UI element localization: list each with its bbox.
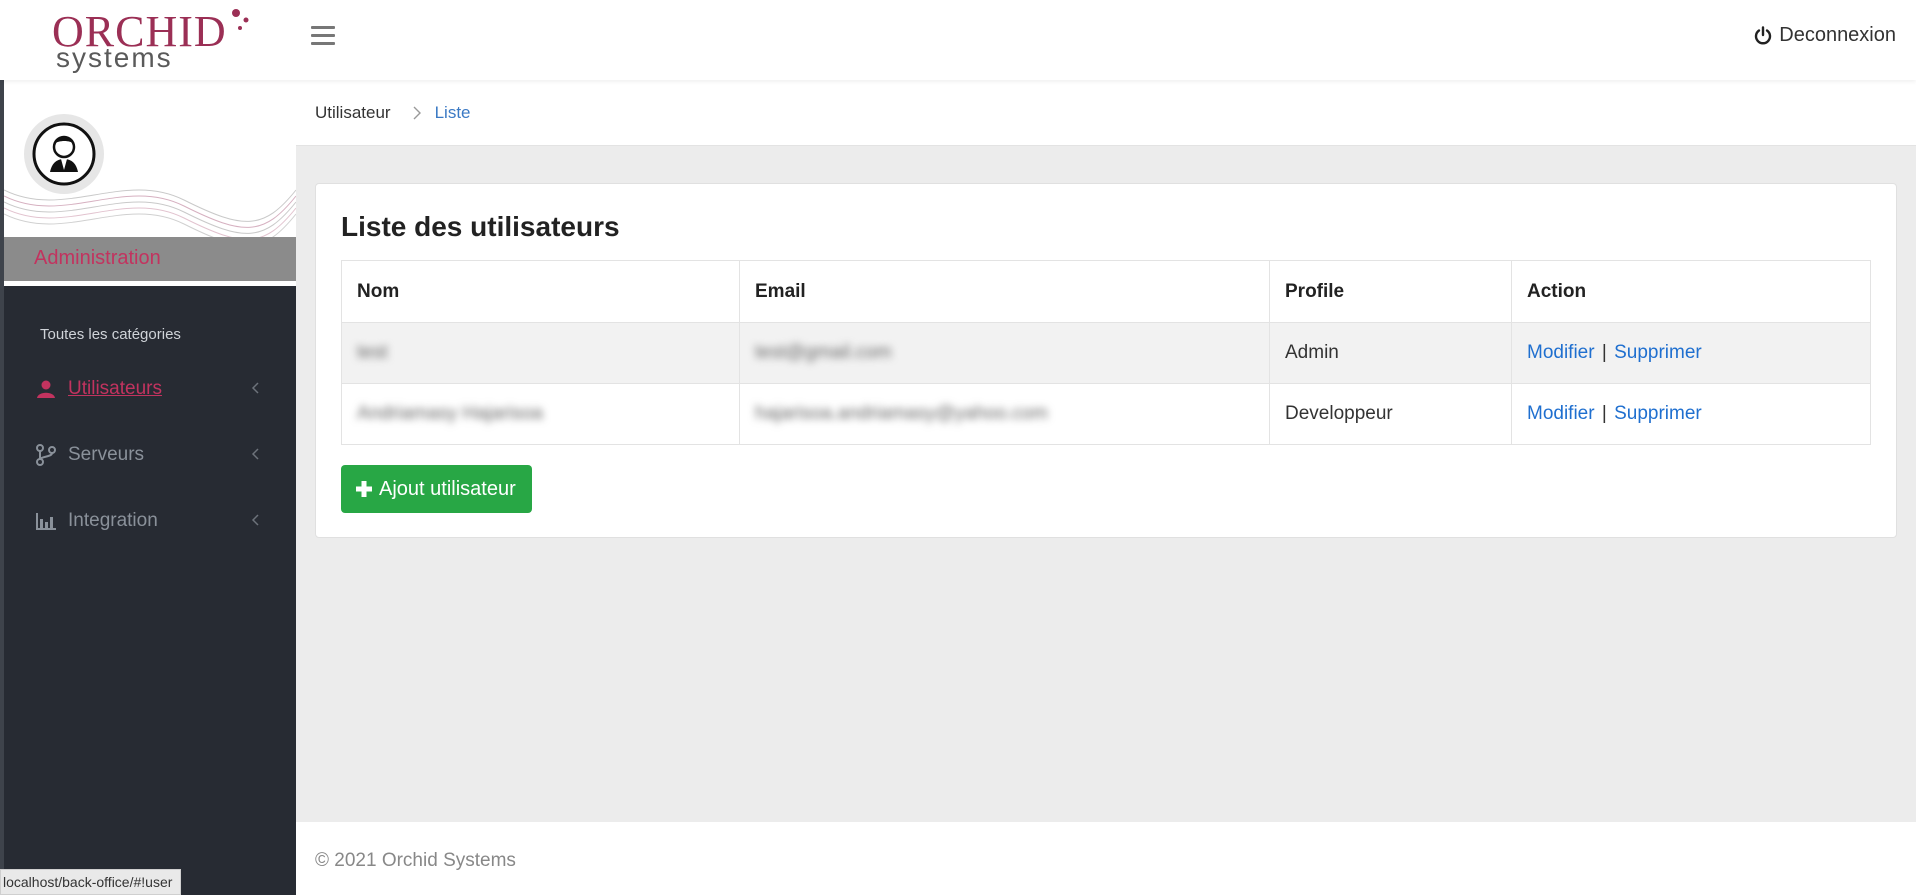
chevron-right-icon [413,106,421,119]
user-email-blurred: test@gmail.com [755,342,892,363]
chevron-left-icon [251,448,259,460]
users-table: Nom Email Profile Action test test@gmail… [341,260,1871,445]
table-header-row: Nom Email Profile Action [341,260,1871,323]
sidebar-item-utilisateurs[interactable]: Utilisateurs [34,372,264,406]
bar-chart-icon [34,509,58,533]
orchid-logo[interactable]: ORCHID systems [48,8,249,73]
cell-action: Modifier | Supprimer [1511,322,1871,384]
add-user-button[interactable]: Ajout utilisateur [341,465,532,513]
users-card: Liste des utilisateurs Nom Email Profile… [315,183,1897,538]
action-separator: | [1601,403,1607,424]
copyright-text: © 2021 Orchid Systems [315,850,516,871]
column-header-action[interactable]: Action [1511,260,1871,323]
cell-email: test@gmail.com [739,322,1270,384]
avatar[interactable] [24,114,104,194]
sidebar-item-serveurs[interactable]: Serveurs [34,438,264,472]
power-icon [1755,25,1772,44]
menu-toggle-icon[interactable] [311,26,335,48]
user-name-blurred: test [357,342,388,363]
column-header-nom[interactable]: Nom [341,260,740,323]
page-title: Liste des utilisateurs [341,211,620,242]
sidebar-item-label: Serveurs [68,444,145,465]
user-icon [34,377,58,401]
add-user-label: Ajout utilisateur [379,477,516,500]
sidebar: Administration Toutes les catégories Uti… [0,80,296,895]
sidebar-item-label: Utilisateurs [68,378,162,399]
cell-profile: Admin [1269,322,1512,384]
column-header-profile[interactable]: Profile [1269,260,1512,323]
breadcrumb: Utilisateur Liste [296,80,1916,146]
chevron-left-icon [251,382,259,394]
role-label: Administration [34,247,161,269]
cell-action: Modifier | Supprimer [1511,383,1871,445]
branch-icon [34,443,58,467]
cell-nom: Andriamasy Hajarisoa [341,383,740,445]
user-name-blurred: Andriamasy Hajarisoa [357,403,543,424]
footer: © 2021 Orchid Systems [296,822,1916,895]
top-navbar: ORCHID systems Deconnexion [0,0,1916,80]
cell-nom: test [341,322,740,384]
cell-email: hajarisoa.andriamasy@yahoo.com [739,383,1270,445]
modify-link[interactable]: Modifier [1527,403,1595,424]
user-email-blurred: hajarisoa.andriamasy@yahoo.com [755,403,1048,424]
logout-button[interactable]: Deconnexion [1753,24,1896,47]
modify-link[interactable]: Modifier [1527,342,1595,363]
table-row: Andriamasy Hajarisoa hajarisoa.andriamas… [341,383,1871,445]
logo-dots-icon [232,9,249,30]
logout-label: Deconnexion [1779,24,1896,46]
table-row: test test@gmail.com Admin Modifier | Sup… [341,322,1871,384]
sidebar-item-label: Integration [68,510,158,531]
breadcrumb-home[interactable]: Utilisateur [315,103,391,123]
delete-link[interactable]: Supprimer [1614,342,1702,363]
user-avatar-icon [32,122,96,186]
sidebar-item-integration[interactable]: Integration [34,504,264,538]
action-separator: | [1601,342,1607,363]
breadcrumb-current: Liste [434,102,471,122]
plus-icon [356,481,372,497]
category-title: Toutes les catégories [40,326,181,343]
profile-panel: Administration [4,80,296,286]
column-header-email[interactable]: Email [739,260,1270,323]
logo-wordmark-systems: systems [56,42,173,73]
chevron-left-icon [251,514,259,526]
status-bar-url: localhost/back-office/#!user [0,869,182,895]
delete-link[interactable]: Supprimer [1614,403,1702,424]
cell-profile: Developpeur [1269,383,1512,445]
